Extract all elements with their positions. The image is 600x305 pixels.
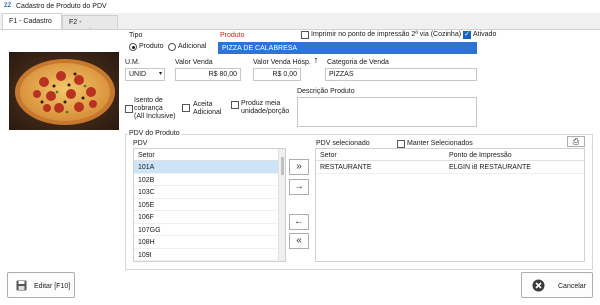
selected-ponto-cell: ELGIN i8 RESTAURANTE xyxy=(449,164,531,171)
tipo-label: Tipo xyxy=(129,32,143,39)
meia-label-line2: unidade/porção xyxy=(241,108,290,115)
save-icon xyxy=(16,280,27,291)
aceita-label-line2: Adicional xyxy=(193,109,222,116)
manter-selecionados-checkbox[interactable] xyxy=(397,140,405,148)
imprimir-checkbox[interactable] xyxy=(301,31,309,39)
cancelar-label: Cancelar xyxy=(558,283,587,290)
list-item[interactable]: 106F xyxy=(134,211,285,224)
pdv-label: PDV xyxy=(133,140,148,147)
pdv-list[interactable]: Setor 101A 102B 103C 105E 106F 107GG 108… xyxy=(133,148,286,262)
printer-icon: ⎙ xyxy=(572,137,580,146)
produz-meia-checkbox[interactable] xyxy=(231,101,239,109)
pdv-setor: 102B xyxy=(138,176,155,184)
valor-venda-label: Valor Venda xyxy=(175,59,213,66)
isento-checkbox[interactable] xyxy=(125,105,133,113)
um-label: U.M. xyxy=(125,59,140,66)
window-title: Cadastro de Produto do PDV xyxy=(16,3,107,10)
move-all-right-button[interactable]: » xyxy=(289,159,309,175)
valor-venda-input[interactable]: R$ 80,00 xyxy=(175,68,241,81)
table-row[interactable]: RESTAURANTE ELGIN i8 RESTAURANTE xyxy=(316,161,584,174)
ativado-label: Ativado xyxy=(473,31,497,38)
print-button[interactable]: ⎙ xyxy=(567,136,585,147)
tipo-produto-label: Produto xyxy=(139,43,164,50)
produto-label: Produto xyxy=(220,32,245,39)
tab-strip: F1 - Cadastro F2 - Consulta xyxy=(0,13,600,36)
double-chevron-left-icon: « xyxy=(296,235,302,246)
list-item[interactable]: 108H xyxy=(134,236,285,249)
arrow-right-icon: → xyxy=(294,181,304,192)
pdv-setor: 108H xyxy=(138,239,155,246)
descricao-textarea[interactable] xyxy=(297,97,477,127)
selected-setor-cell: RESTAURANTE xyxy=(320,164,372,171)
setor-header: Setor xyxy=(138,152,155,159)
um-value: UNID xyxy=(129,71,147,78)
list-item[interactable]: 105E xyxy=(134,199,285,211)
aceita-adicional-checkbox[interactable] xyxy=(182,104,190,112)
editar-button[interactable]: Editar [F10] xyxy=(7,272,75,298)
um-select[interactable]: UNID ▾ xyxy=(125,68,165,81)
pin-icon[interactable]: ⭡ xyxy=(312,57,320,66)
list-item[interactable]: 109I xyxy=(134,249,285,261)
pdv-setor: 107GG xyxy=(138,226,161,234)
categoria-input[interactable]: PIZZAS xyxy=(325,68,477,81)
arrow-left-icon: ← xyxy=(294,216,304,227)
pdv-selecionado-label: PDV selecionado xyxy=(316,140,370,147)
tipo-adicional-label: Adicional xyxy=(178,43,207,50)
double-chevron-right-icon: » xyxy=(296,161,302,172)
pdv-setor: 101A xyxy=(138,164,155,171)
title-bar: ZZ Cadastro de Produto do PDV xyxy=(0,0,600,13)
ativado-checkbox[interactable] xyxy=(463,30,471,40)
manter-selecionados-label: Manter Selecionados xyxy=(407,140,473,147)
app-icon: ZZ xyxy=(4,3,12,9)
close-icon xyxy=(532,279,545,292)
imprimir-label: Imprimir no ponto de impressão 2ª via (C… xyxy=(311,31,462,38)
scrollbar-thumb[interactable] xyxy=(281,157,284,175)
list-item[interactable]: 101A xyxy=(134,161,285,174)
move-all-left-button[interactable]: « xyxy=(289,233,309,249)
tipo-produto-radio[interactable] xyxy=(129,43,137,51)
editar-label: Editar [F10] xyxy=(34,283,71,290)
categoria-label: Categoria de Venda xyxy=(327,59,389,66)
pdv-group-title: PDV do Produto xyxy=(128,129,181,138)
selected-ponto-header: Ponto de Impressão xyxy=(449,152,512,159)
pdv-selected-header: Setor Ponto de Impressão xyxy=(316,149,584,161)
pdv-setor: 109I xyxy=(138,251,152,259)
produto-input[interactable]: PIZZA DE CALABRESA xyxy=(218,42,477,54)
tab-cadastro[interactable]: F1 - Cadastro xyxy=(2,13,62,29)
selected-setor-header: Setor xyxy=(320,152,337,159)
move-left-button[interactable]: ← xyxy=(289,214,309,230)
tab-consulta[interactable]: F2 - Consulta xyxy=(62,15,118,36)
pdv-setor: 105E xyxy=(138,201,155,209)
pdv-list-header: Setor xyxy=(134,149,285,161)
tab-label: F1 - Cadastro xyxy=(9,18,52,25)
isento-label-line3: (All Inclusive) xyxy=(134,113,176,120)
tipo-adicional-radio[interactable] xyxy=(168,43,176,51)
descricao-label: Descrição Produto xyxy=(297,88,355,95)
pdv-list-scrollbar[interactable] xyxy=(278,149,285,261)
move-right-button[interactable]: → xyxy=(289,179,309,195)
valor-hosp-label: Valor Venda Hósp. xyxy=(253,59,311,66)
valor-hosp-input[interactable]: R$ 0,00 xyxy=(253,68,301,81)
pdv-setor: 106F xyxy=(138,214,154,221)
list-item[interactable]: 103C xyxy=(134,186,285,199)
pdv-setor: 103C xyxy=(138,189,155,196)
cancelar-button[interactable]: Cancelar xyxy=(521,272,593,298)
list-item[interactable]: 107GG xyxy=(134,224,285,236)
chevron-down-icon: ▾ xyxy=(158,71,162,77)
list-item[interactable]: 102B xyxy=(134,174,285,186)
product-image xyxy=(9,52,119,130)
pdv-selected-list[interactable]: Setor Ponto de Impressão RESTAURANTE ELG… xyxy=(315,148,585,262)
